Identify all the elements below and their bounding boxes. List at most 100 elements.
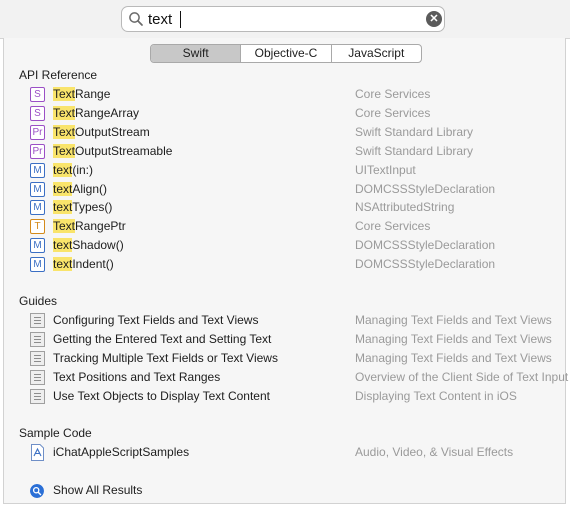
query-match-highlight: text (53, 162, 73, 177)
api-result-title: TextOutputStreamable (53, 143, 173, 158)
guide-result-source: Managing Text Fields and Text Views (355, 313, 552, 327)
api-result-source: Swift Standard Library (355, 143, 474, 158)
document-icon (30, 331, 45, 347)
api-result-row[interactable]: T TextRangePtr Core Services (30, 218, 560, 237)
query-match-highlight: text (53, 238, 73, 253)
api-result-row[interactable]: Mtext(in:) UITextInput (30, 162, 560, 181)
api-result-row[interactable]: S TextRange Core Services (30, 86, 560, 105)
search-input[interactable] (148, 8, 418, 30)
api-result-title-rest: OutputStreamable (75, 143, 173, 158)
language-selector[interactable]: Swift Objective-C JavaScript (150, 44, 422, 63)
search-toolbar: ✕ (0, 0, 570, 39)
api-result-source: Core Services (355, 219, 431, 234)
document-icon (30, 369, 45, 385)
api-result-title-rest: OutputStream (75, 124, 150, 139)
api-result-row[interactable]: S TextRangeArray Core Services (30, 105, 560, 124)
symbol-kind-icon: M (30, 200, 45, 216)
document-icon (30, 350, 45, 366)
guide-result-title: Getting the Entered Text and Setting Tex… (53, 331, 272, 346)
sample-code-file-icon (31, 444, 44, 461)
api-result-title-rest: (in:) (72, 162, 94, 177)
guide-result-row[interactable]: Configuring Text Fields and Text Views Ma… (30, 312, 560, 331)
symbol-kind-icon: Pr (30, 143, 45, 159)
api-result-source: UITextInput (355, 162, 416, 177)
query-match-highlight: text (53, 181, 73, 196)
query-match-highlight: Text (53, 143, 76, 158)
api-result-title-rest: Align() (72, 181, 108, 196)
symbol-kind-icon: S (30, 87, 45, 102)
symbol-kind-icon: S (30, 105, 45, 121)
guide-result-source: Managing Text Fields and Text Views (355, 331, 552, 346)
api-result-title-rest: RangePtr (75, 219, 126, 234)
guide-result-title: Configuring Text Fields and Text Views (53, 313, 259, 327)
sample-code-title: iChatAppleScriptSamples (53, 445, 190, 459)
search-field[interactable]: ✕ (121, 6, 445, 32)
api-result-source: NSAttributedString (355, 200, 455, 215)
search-icon (129, 12, 143, 26)
query-match-highlight: text (53, 257, 73, 272)
symbol-kind-icon: Pr (30, 124, 45, 140)
guide-result-row[interactable]: Getting the Entered Text and Setting Tex… (30, 331, 560, 350)
api-result-source: DOMCSSStyleDeclaration (355, 257, 496, 272)
guide-result-source: Overview of the Client Side of Text Inpu… (355, 369, 569, 384)
api-result-row[interactable]: MtextAlign() DOMCSSStyleDeclaration (30, 181, 560, 200)
api-result-source: DOMCSSStyleDeclaration (355, 238, 496, 253)
api-result-source: Core Services (355, 105, 431, 120)
api-result-source: Core Services (355, 87, 431, 101)
section-api-reference-title: API Reference (19, 68, 98, 82)
query-match-highlight: Text (53, 87, 76, 101)
guide-result-source: Managing Text Fields and Text Views (355, 350, 552, 365)
api-result-row[interactable]: MtextIndent() DOMCSSStyleDeclaration (30, 256, 560, 275)
query-match-highlight: Text (53, 124, 76, 139)
api-result-title: TextRangeArray (53, 105, 140, 120)
api-result-source: DOMCSSStyleDeclaration (355, 181, 496, 196)
api-result-title: textAlign() (53, 181, 108, 196)
guide-result-row[interactable]: Use Text Objects to Display Text Content… (30, 388, 560, 407)
api-result-title: TextRangePtr (53, 219, 126, 234)
section-sample-code-title: Sample Code (19, 426, 92, 440)
symbol-kind-icon: T (30, 219, 45, 235)
guide-result-title: Text Positions and Text Ranges (53, 369, 221, 384)
guide-result-source: Displaying Text Content in iOS (355, 388, 517, 403)
tab-objective-c[interactable]: Objective-C (240, 45, 330, 62)
api-result-title: text(in:) (53, 162, 94, 177)
api-result-title: textShadow() (53, 238, 124, 253)
clear-search-icon[interactable]: ✕ (426, 11, 442, 27)
document-icon (30, 313, 45, 328)
api-result-title-rest: RangeArray (75, 105, 140, 120)
show-all-results-button[interactable]: Show All Results (30, 482, 230, 501)
api-result-title: TextRange (53, 87, 110, 101)
api-result-row[interactable]: Pr TextOutputStreamable Swift Standard Lib… (30, 143, 560, 162)
show-all-results-label: Show All Results (53, 483, 143, 497)
text-caret (180, 11, 181, 28)
api-result-title: textIndent() (53, 257, 114, 272)
guide-result-row[interactable]: Tracking Multiple Text Fields or Text Vi… (30, 350, 560, 369)
api-result-row[interactable]: Pr TextOutputStream Swift Standard Library (30, 124, 560, 143)
api-result-source: Swift Standard Library (355, 124, 474, 139)
sample-code-row[interactable]: iChatAppleScriptSamples Audio, Video, & V… (30, 444, 560, 463)
guide-result-title: Use Text Objects to Display Text Content (53, 388, 270, 403)
api-result-row[interactable]: MtextShadow() DOMCSSStyleDeclaration (30, 237, 560, 256)
section-guides-title: Guides (19, 294, 58, 308)
guide-result-row[interactable]: Text Positions and Text Ranges Overview o… (30, 369, 568, 388)
api-result-title: TextOutputStream (53, 124, 150, 139)
tab-swift[interactable]: Swift (151, 45, 241, 62)
symbol-kind-icon: M (30, 181, 45, 197)
api-result-title: textTypes() (53, 200, 113, 215)
tab-javascript[interactable]: JavaScript (330, 45, 421, 62)
guide-result-title: Tracking Multiple Text Fields or Text Vi… (53, 350, 278, 365)
query-match-highlight: Text (53, 105, 76, 120)
api-result-title-rest: Indent() (72, 257, 114, 272)
sample-code-source: Audio, Video, & Visual Effects (355, 445, 514, 459)
api-result-row[interactable]: MtextTypes() NSAttributedString (30, 199, 560, 218)
symbol-kind-icon: M (30, 257, 45, 273)
api-result-title-rest: Shadow() (72, 238, 124, 253)
api-result-title-rest: Range (75, 87, 111, 101)
document-icon (30, 388, 45, 404)
query-match-highlight: text (53, 200, 73, 215)
api-result-title-rest: Types() (72, 200, 113, 215)
symbol-kind-icon: M (30, 162, 45, 178)
symbol-kind-icon: M (30, 238, 45, 254)
query-match-highlight: Text (53, 219, 76, 234)
magnifier-globe-icon (30, 484, 44, 498)
